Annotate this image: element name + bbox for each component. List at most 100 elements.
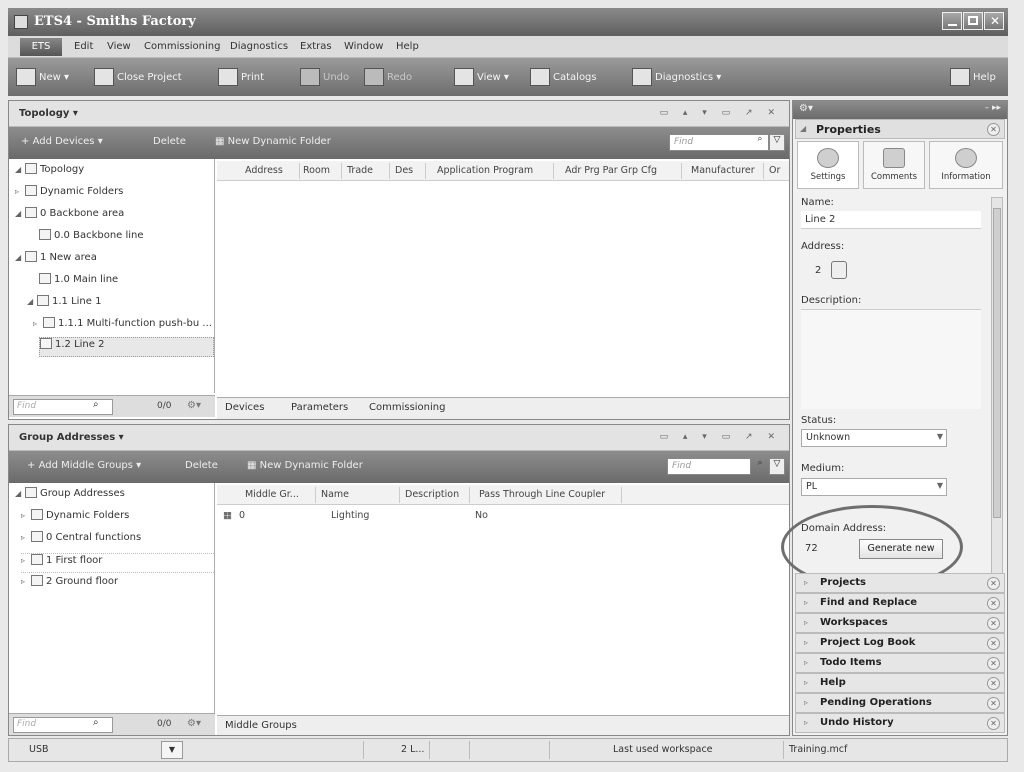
undo-button[interactable]: Undo	[300, 68, 349, 88]
tab-settings[interactable]: Settings	[797, 141, 859, 189]
tab-comments[interactable]: Comments	[863, 141, 925, 189]
link-icon[interactable]	[831, 261, 847, 279]
accordion-workspaces[interactable]: ▹ Workspaces ✕	[795, 613, 1005, 633]
tab-devices[interactable]: Devices	[225, 402, 264, 413]
tree-item-dynamic-folders[interactable]: ▹ Dynamic Folders	[21, 509, 214, 529]
properties-header[interactable]: ◢ Properties ✕	[795, 119, 1005, 139]
accordion-find-replace[interactable]: ▹ Find and Replace ✕	[795, 593, 1005, 613]
tree-item-backbone-line[interactable]: 0.0 Backbone line	[39, 229, 214, 249]
table-row[interactable]: ▦ 0 Lighting No	[217, 507, 789, 527]
close-project-button[interactable]: Close Project	[94, 68, 182, 88]
add-middle-groups-button[interactable]: + Add Middle Groups ▾	[27, 460, 141, 471]
add-devices-button[interactable]: + Add Devices ▾	[21, 136, 103, 147]
tab-information[interactable]: Information	[929, 141, 1003, 189]
tree-item-dynamic-folders[interactable]: ▹ Dynamic Folders	[15, 185, 214, 205]
col-room[interactable]: Room	[303, 165, 330, 176]
close-icon[interactable]: ✕	[987, 697, 1000, 710]
address-value[interactable]: 2	[815, 265, 821, 276]
new-button[interactable]: New ▾	[16, 68, 69, 88]
tab-commissioning[interactable]: Commissioning	[369, 402, 445, 413]
col-or[interactable]: Or	[769, 165, 780, 176]
maximize-icon[interactable]	[963, 12, 983, 30]
search-icon[interactable]: ⌕	[753, 458, 767, 475]
scroll-thumb[interactable]	[993, 208, 1001, 518]
group-addresses-find-input[interactable]: Find	[667, 458, 751, 475]
status-select[interactable]: Unknown ▼	[801, 429, 947, 447]
tab-parameters[interactable]: Parameters	[291, 402, 348, 413]
topology-title[interactable]: Topology ▾	[19, 108, 78, 119]
help-button[interactable]: Help	[950, 68, 996, 88]
description-field[interactable]	[801, 309, 981, 409]
accordion-help[interactable]: ▹ Help ✕	[795, 673, 1005, 693]
chevron-down-icon[interactable]: ▼	[161, 741, 183, 759]
menu-edit[interactable]: Edit	[74, 41, 93, 52]
menu-window[interactable]: Window	[344, 41, 383, 52]
search-icon[interactable]: ⌕	[93, 717, 99, 728]
menu-ets[interactable]: ETS	[20, 38, 62, 56]
accordion-undo-history[interactable]: ▹ Undo History ✕	[795, 713, 1005, 733]
gear-icon[interactable]: ⚙▾	[187, 718, 201, 729]
tree-item-first-floor[interactable]: ▹ 1 First floor	[21, 553, 214, 573]
close-icon[interactable]: ✕	[987, 617, 1000, 630]
col-address[interactable]: Address	[245, 165, 283, 176]
tree-item-group-addresses[interactable]: ◢ Group Addresses	[15, 487, 214, 507]
tree-item-new-area[interactable]: ◢ 1 New area	[15, 251, 214, 271]
accordion-todo-items[interactable]: ▹ Todo Items ✕	[795, 653, 1005, 673]
menu-diagnostics[interactable]: Diagnostics	[230, 41, 288, 52]
view-button[interactable]: View ▾	[454, 68, 509, 88]
tab-middle-groups[interactable]: Middle Groups	[225, 720, 297, 731]
col-adr-prg-par[interactable]: Adr Prg Par Grp Cfg	[565, 165, 657, 176]
close-icon[interactable]: ✕	[987, 597, 1000, 610]
tree-item-central-functions[interactable]: ▹ 0 Central functions	[21, 531, 214, 551]
col-description[interactable]: Description	[405, 489, 459, 500]
medium-select[interactable]: PL ▼	[801, 478, 947, 496]
filter-icon[interactable]: ▽	[769, 458, 785, 475]
minimize-icon[interactable]	[942, 12, 962, 30]
col-des[interactable]: Des	[395, 165, 413, 176]
col-middle-group[interactable]: Middle Gr...	[245, 489, 299, 500]
tree-item-backbone-area[interactable]: ◢ 0 Backbone area	[15, 207, 214, 227]
accordion-projects[interactable]: ▹ Projects ✕	[795, 573, 1005, 593]
panel-window-controls[interactable]: ▭ ▴ ▾ ▭ ↗ ✕	[660, 108, 781, 118]
close-icon[interactable]: ✕	[987, 717, 1000, 730]
delete-button[interactable]: Delete	[185, 460, 218, 471]
tree-item-ground-floor[interactable]: ▹ 2 Ground floor	[21, 575, 214, 595]
diagnostics-button[interactable]: Diagnostics ▾	[632, 68, 721, 88]
accordion-project-log-book[interactable]: ▹ Project Log Book ✕	[795, 633, 1005, 653]
close-icon[interactable]: ✕	[987, 123, 1000, 136]
tree-item-device-1-1-1[interactable]: ▹ 1.1.1 Multi-function push-bu ...	[33, 317, 214, 337]
accordion-pending-operations[interactable]: ▹ Pending Operations ✕	[795, 693, 1005, 713]
new-dynamic-folder-button[interactable]: ▦ New Dynamic Folder	[215, 136, 331, 147]
col-trade[interactable]: Trade	[347, 165, 373, 176]
redo-button[interactable]: Redo	[364, 68, 412, 88]
close-icon[interactable]: ✕	[987, 677, 1000, 690]
close-icon[interactable]: ✕	[987, 637, 1000, 650]
name-field[interactable]: Line 2	[801, 211, 981, 229]
close-icon[interactable]: ✕	[987, 577, 1000, 590]
properties-scrollbar[interactable]	[991, 197, 1003, 617]
col-name[interactable]: Name	[321, 489, 349, 500]
col-pass-through[interactable]: Pass Through Line Coupler	[479, 489, 605, 500]
new-dynamic-folder-button[interactable]: ▦ New Dynamic Folder	[247, 460, 363, 471]
group-addresses-title[interactable]: Group Addresses ▾	[19, 432, 124, 443]
tree-item-line-2[interactable]: 1.2 Line 2	[39, 337, 214, 357]
panel-window-controls[interactable]: ▭ ▴ ▾ ▭ ↗ ✕	[660, 432, 781, 442]
close-icon[interactable]: ✕	[987, 657, 1000, 670]
filter-icon[interactable]: ▽	[769, 134, 785, 151]
gear-icon[interactable]: ⚙▾	[799, 103, 813, 114]
gear-icon[interactable]: ⚙▾	[187, 400, 201, 411]
menu-help[interactable]: Help	[396, 41, 419, 52]
catalogs-button[interactable]: Catalogs	[530, 68, 597, 88]
search-icon[interactable]: ⌕	[93, 399, 99, 410]
menu-commissioning[interactable]: Commissioning	[144, 41, 220, 52]
menu-view[interactable]: View	[107, 41, 131, 52]
menu-extras[interactable]: Extras	[300, 41, 332, 52]
tree-item-line-1[interactable]: ◢ 1.1 Line 1	[27, 295, 214, 315]
col-manufacturer[interactable]: Manufacturer	[691, 165, 755, 176]
tree-item-main-line[interactable]: 1.0 Main line	[39, 273, 214, 293]
col-application-program[interactable]: Application Program	[437, 165, 533, 176]
close-icon[interactable]: ✕	[984, 12, 1004, 30]
delete-button[interactable]: Delete	[153, 136, 186, 147]
tree-item-topology[interactable]: ◢ Topology	[15, 163, 214, 183]
print-button[interactable]: Print	[218, 68, 264, 88]
